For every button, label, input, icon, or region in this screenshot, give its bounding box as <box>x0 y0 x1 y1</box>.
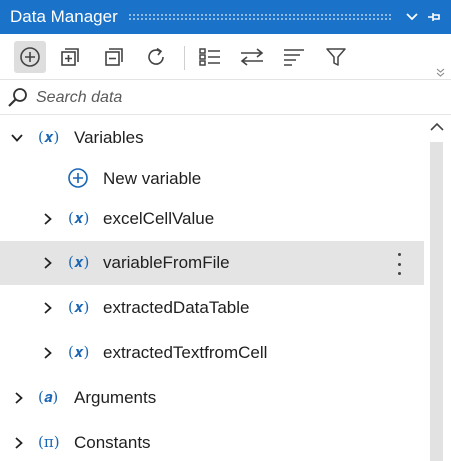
tree-node-constants[interactable]: (π) Constants <box>0 421 424 461</box>
constant-icon: (π) <box>38 433 60 451</box>
tree-node-variable[interactable]: (𝒙) excelCellValue <box>0 197 424 241</box>
new-variable-label: New variable <box>103 169 202 188</box>
tree-node-label: excelCellValue <box>103 209 215 228</box>
tree-node-variable-selected[interactable]: (𝒙) variableFromFile <box>0 241 424 285</box>
variable-icon: (𝒙) <box>68 253 90 271</box>
chevron-down-icon <box>406 13 418 21</box>
drag-handle[interactable] <box>127 13 391 21</box>
tree-node-label: extractedTextfromCell <box>103 343 268 362</box>
variable-icon: (𝒙) <box>38 128 60 146</box>
more-options-icon[interactable] <box>392 253 406 275</box>
vertical-scrollbar[interactable] <box>426 116 451 461</box>
chevron-right-icon[interactable] <box>12 391 26 405</box>
double-chevron-down-icon <box>436 68 445 77</box>
list-icon <box>199 48 220 66</box>
refresh-icon <box>148 47 164 65</box>
pin-panel-button[interactable] <box>423 0 445 34</box>
tree-node-label: variableFromFile <box>103 253 230 272</box>
square-minus-icon <box>105 48 123 66</box>
tree-node-variable[interactable]: (𝒙) extractedDataTable <box>0 286 424 330</box>
circle-plus-icon <box>20 47 40 67</box>
panel-title: Data Manager <box>10 7 118 26</box>
refresh-button[interactable] <box>140 41 172 73</box>
variable-icon: (𝒙) <box>68 209 90 227</box>
chevron-down-icon[interactable] <box>10 131 24 145</box>
chevron-right-icon[interactable] <box>41 301 55 315</box>
tree-node-label: Arguments <box>74 388 157 407</box>
tree-node-label: extractedDataTable <box>103 298 250 317</box>
scrollbar-thumb[interactable] <box>430 142 443 461</box>
square-plus-icon <box>61 48 79 66</box>
sort-button[interactable] <box>278 41 310 73</box>
panel-title-bar: Data Manager <box>0 0 451 34</box>
variable-icon: (𝒙) <box>68 343 90 361</box>
chevron-right-icon[interactable] <box>41 346 55 360</box>
chevron-right-icon[interactable] <box>41 212 55 226</box>
list-view-button[interactable] <box>194 41 226 73</box>
add-button[interactable] <box>14 41 46 73</box>
tree-node-label: Variables <box>74 128 144 147</box>
data-tree: (𝒙) Variables New variable (𝒙) excelCell… <box>0 116 426 461</box>
chevron-right-icon[interactable] <box>41 256 55 270</box>
scroll-up-icon[interactable] <box>429 120 445 138</box>
filter-icon <box>326 48 346 66</box>
chevron-right-icon[interactable] <box>12 436 26 450</box>
circle-plus-icon <box>67 167 89 194</box>
filter-button[interactable] <box>320 41 352 73</box>
expand-all-button[interactable] <box>54 41 86 73</box>
search-bar <box>0 81 451 115</box>
swap-arrows-icon <box>240 48 264 66</box>
tree-node-label: Constants <box>74 433 151 452</box>
argument-icon: (𝒂) <box>38 388 59 406</box>
toolbar <box>0 34 451 80</box>
search-input[interactable] <box>36 85 436 111</box>
search-icon <box>7 87 29 114</box>
new-variable-button[interactable]: New variable <box>0 157 424 201</box>
sort-lines-icon <box>284 49 304 66</box>
tree-node-variables[interactable]: (𝒙) Variables <box>0 116 424 160</box>
tree-node-arguments[interactable]: (𝒂) Arguments <box>0 376 424 420</box>
collapse-all-button[interactable] <box>98 41 130 73</box>
pin-icon <box>428 13 440 21</box>
toolbar-separator <box>184 46 185 70</box>
collapse-panel-button[interactable] <box>401 0 423 34</box>
toolbar-overflow-button[interactable] <box>436 64 445 82</box>
swap-button[interactable] <box>236 41 268 73</box>
variable-icon: (𝒙) <box>68 298 90 316</box>
tree-node-variable[interactable]: (𝒙) extractedTextfromCell <box>0 331 424 375</box>
